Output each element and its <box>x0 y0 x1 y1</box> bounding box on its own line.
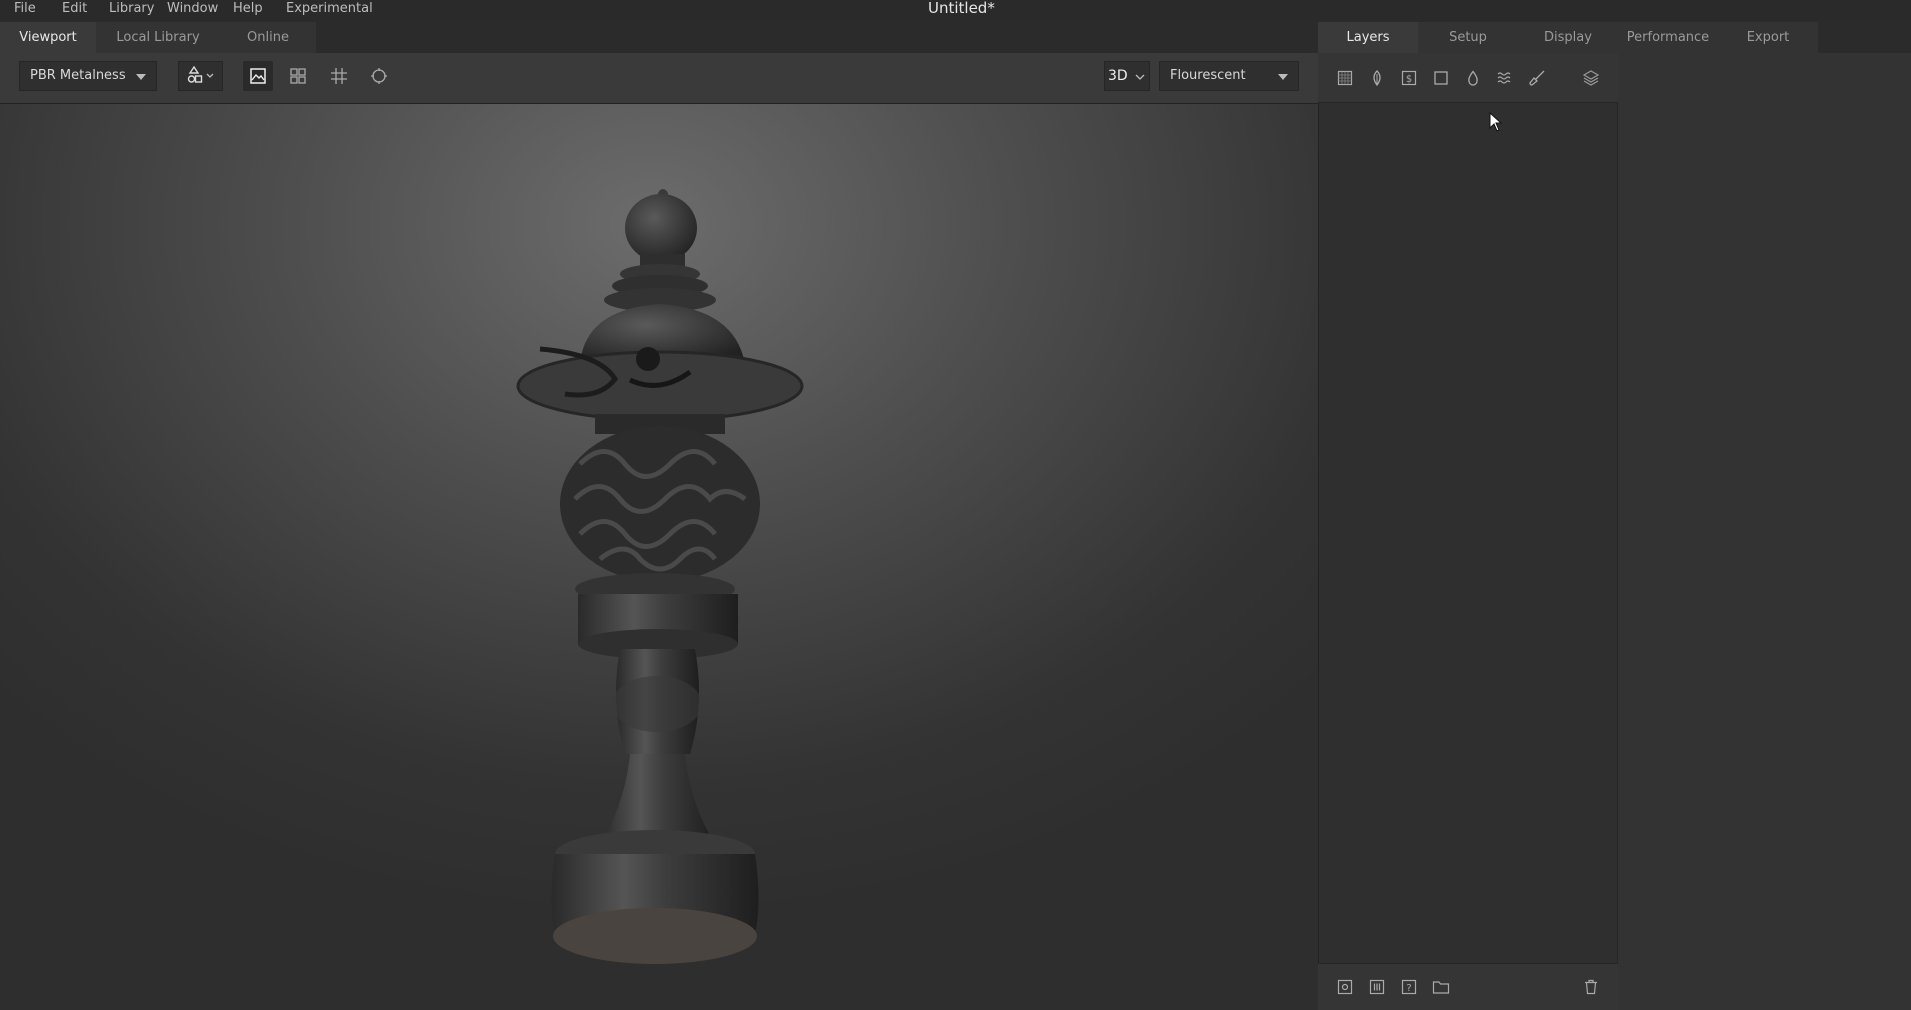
right-tab-strip: Layers Setup Display Performance Export <box>1318 22 1911 53</box>
trash-icon[interactable] <box>1580 976 1602 998</box>
shader-select-value: PBR Metalness <box>30 68 126 83</box>
view-mode-value: 3D <box>1108 68 1128 84</box>
window-title: Untitled* <box>928 0 995 17</box>
menu-help[interactable]: Help <box>233 0 263 20</box>
tab-local-library[interactable]: Local Library <box>96 22 220 53</box>
tab-export[interactable]: Export <box>1718 22 1818 53</box>
lantern-model <box>516 189 804 964</box>
layers-toolbar: $ <box>1318 53 1618 103</box>
tab-viewport[interactable]: Viewport <box>0 22 96 53</box>
waves-icon[interactable] <box>1494 67 1516 89</box>
view-mode-select[interactable]: 3D <box>1104 61 1150 91</box>
mouse-cursor-icon <box>1489 111 1503 136</box>
image-view-button[interactable] <box>243 61 273 91</box>
tab-layers[interactable]: Layers <box>1318 22 1418 53</box>
menu-edit[interactable]: Edit <box>62 0 87 20</box>
menu-window[interactable]: Window <box>167 0 218 20</box>
grid-4-icon <box>290 68 306 84</box>
svg-text:$: $ <box>1406 74 1412 85</box>
target-button[interactable] <box>364 61 394 91</box>
help-icon[interactable]: ? <box>1398 976 1420 998</box>
crosshair-icon <box>371 68 387 84</box>
viewport-tab-strip: Viewport Local Library Online <box>0 22 1318 53</box>
shapes-icon <box>187 65 214 83</box>
square-icon[interactable] <box>1430 67 1452 89</box>
tab-performance[interactable]: Performance <box>1618 22 1718 53</box>
environment-select[interactable]: Flourescent <box>1159 61 1299 91</box>
layers-panel <box>1318 53 1618 1010</box>
properties-panel <box>1618 53 1911 1010</box>
grid-view-button[interactable] <box>283 61 313 91</box>
hash-grid-icon <box>331 68 347 84</box>
wireframe-grid-button[interactable] <box>324 61 354 91</box>
leaf-icon[interactable] <box>1366 67 1388 89</box>
folder-icon[interactable] <box>1430 976 1452 998</box>
dollar-icon[interactable]: $ <box>1398 67 1420 89</box>
tab-setup[interactable]: Setup <box>1418 22 1518 53</box>
menu-experimental[interactable]: Experimental <box>286 0 373 20</box>
menu-bar: File Edit Library Window Help Experiment… <box>0 0 1911 20</box>
brush-icon[interactable] <box>1526 67 1548 89</box>
environment-select-value: Flourescent <box>1170 68 1246 83</box>
shader-select[interactable]: PBR Metalness <box>19 61 157 91</box>
fill-layer-icon[interactable] <box>1334 67 1356 89</box>
add-group-icon[interactable] <box>1366 976 1388 998</box>
shapes-select[interactable] <box>178 61 223 91</box>
tab-display[interactable]: Display <box>1518 22 1618 53</box>
svg-text:?: ? <box>1406 983 1411 994</box>
chevron-down-icon <box>1278 74 1288 80</box>
add-layer-icon[interactable] <box>1334 976 1356 998</box>
chevron-down-icon <box>1135 74 1145 80</box>
menu-library[interactable]: Library <box>109 0 154 20</box>
menu-file[interactable]: File <box>14 0 36 20</box>
layers-bottom-bar: ? <box>1318 963 1618 1010</box>
layers-icon[interactable] <box>1580 67 1602 89</box>
tab-online[interactable]: Online <box>220 22 316 53</box>
chevron-down-icon <box>136 74 146 80</box>
drop-icon[interactable] <box>1462 67 1484 89</box>
image-icon <box>250 68 266 84</box>
3d-viewport[interactable] <box>0 104 1318 1010</box>
